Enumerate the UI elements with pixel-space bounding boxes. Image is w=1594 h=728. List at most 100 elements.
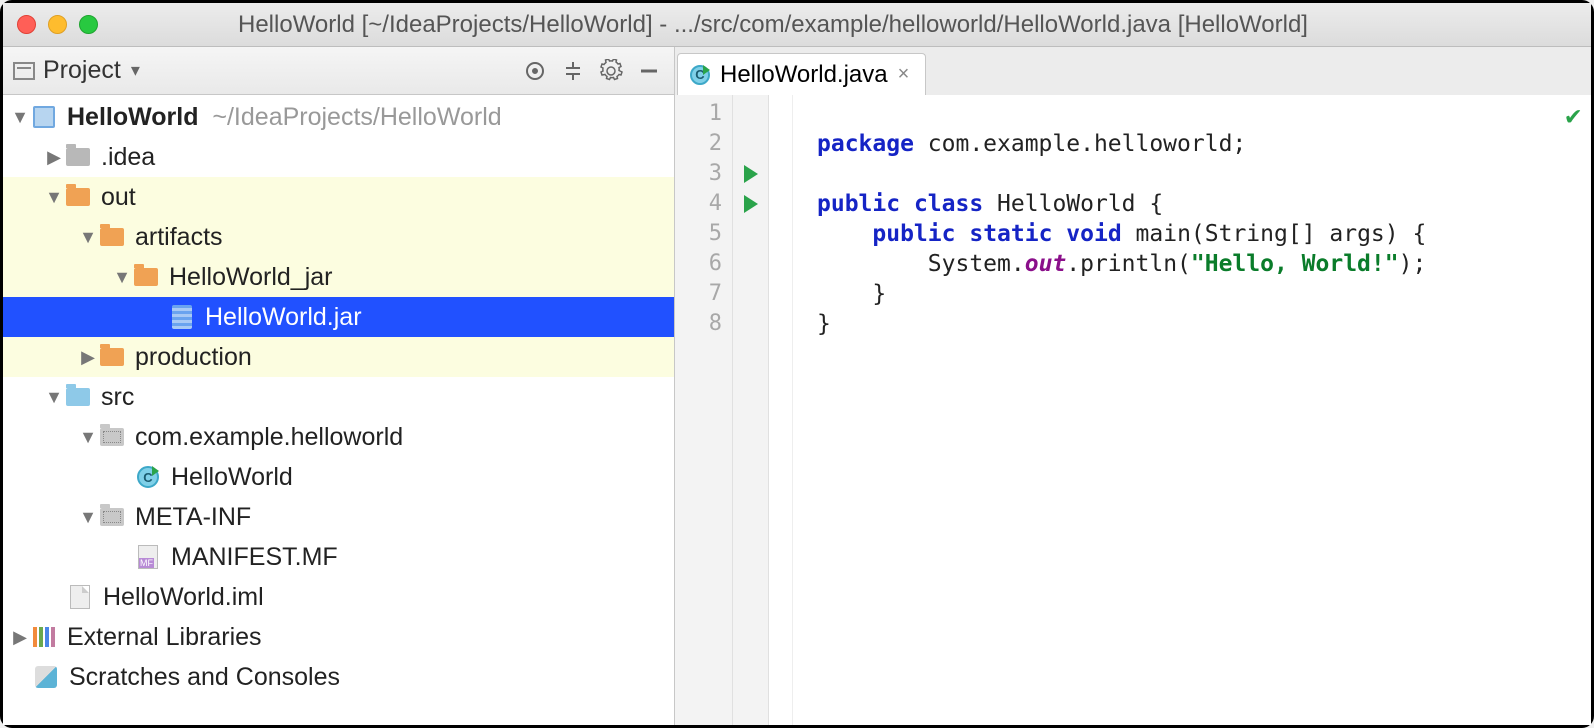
tree-item-helloworld-class[interactable]: C HelloWorld [3, 457, 674, 497]
line-number[interactable]: 6 [675, 249, 732, 279]
tree-label: META-INF [135, 503, 251, 532]
run-line-marker-icon[interactable] [744, 165, 758, 183]
tree-item-helloworld-jar[interactable]: HelloWorld.jar [3, 297, 674, 337]
line-number[interactable]: 1 [675, 99, 732, 129]
gear-icon[interactable] [592, 52, 630, 90]
code-token: HelloWorld { [983, 191, 1163, 217]
code-token: } [817, 311, 831, 337]
disclosure-triangle-icon[interactable]: ▼ [9, 107, 31, 128]
editor-tab-label: HelloWorld.java [720, 61, 888, 89]
code-editor[interactable]: ✔package com.example.helloworld; public … [793, 95, 1591, 725]
tree-item-src[interactable]: ▼ src [3, 377, 674, 417]
line-number[interactable]: 7 [675, 279, 732, 309]
disclosure-triangle-icon[interactable]: ▼ [77, 227, 99, 248]
zoom-window-button[interactable] [79, 15, 98, 34]
module-icon [31, 104, 57, 130]
folder-icon [65, 144, 91, 170]
folder-icon [99, 224, 125, 250]
code-token: public [817, 191, 900, 217]
source-folder-icon [65, 384, 91, 410]
disclosure-triangle-icon[interactable]: ▼ [77, 427, 99, 448]
close-tab-icon[interactable]: × [898, 63, 910, 86]
tree-item-scratches[interactable]: Scratches and Consoles [3, 657, 674, 697]
disclosure-triangle-icon[interactable]: ▶ [77, 347, 99, 368]
code-token: public [872, 221, 955, 247]
code-token: ); [1399, 251, 1427, 277]
package-icon [99, 424, 125, 450]
tree-item-idea[interactable]: ▶ .idea [3, 137, 674, 177]
hide-panel-button[interactable] [630, 52, 668, 90]
minimize-window-button[interactable] [48, 15, 67, 34]
disclosure-triangle-icon[interactable]: ▼ [43, 187, 65, 208]
editor-tab-bar: C HelloWorld.java × [675, 47, 1591, 95]
code-token: .println( [1066, 251, 1191, 277]
tree-item-helloworld-jar-dir[interactable]: ▼ HelloWorld_jar [3, 257, 674, 297]
project-tree[interactable]: ▼ HelloWorld ~/IdeaProjects/HelloWorld ▶… [3, 95, 674, 725]
line-number[interactable]: 4 [675, 189, 732, 219]
disclosure-triangle-icon[interactable]: ▼ [77, 507, 99, 528]
scratches-icon [33, 664, 59, 690]
tree-item-manifest[interactable]: MANIFEST.MF [3, 537, 674, 577]
editor-tab[interactable]: C HelloWorld.java × [677, 53, 926, 95]
line-number-gutter[interactable]: 1 2 3 4 5 6 7 8 [675, 95, 733, 725]
project-tool-window: Project ▾ ▼ HelloWorld ~/IdeaProjects/He… [3, 47, 675, 725]
tree-item-out[interactable]: ▼ out [3, 177, 674, 217]
tree-label: .idea [101, 143, 155, 172]
libraries-icon [31, 624, 57, 650]
run-line-marker-icon[interactable] [744, 195, 758, 213]
code-token: static [969, 221, 1052, 247]
java-class-icon: C [135, 464, 161, 490]
close-window-button[interactable] [17, 15, 36, 34]
line-number[interactable]: 2 [675, 129, 732, 159]
disclosure-triangle-icon[interactable]: ▶ [43, 147, 65, 168]
tree-label: artifacts [135, 223, 223, 252]
tree-label: out [101, 183, 136, 212]
fold-gutter[interactable] [769, 95, 793, 725]
project-view-icon [13, 62, 35, 80]
code-token: com.example.helloworld; [914, 131, 1246, 157]
tree-item-package[interactable]: ▼ com.example.helloworld [3, 417, 674, 457]
locate-button[interactable] [516, 52, 554, 90]
code-token: System. [817, 251, 1025, 277]
tree-label: HelloWorld [67, 103, 198, 132]
java-class-icon: C [690, 65, 710, 85]
tree-label: HelloWorld.jar [205, 303, 362, 332]
disclosure-triangle-icon[interactable]: ▶ [9, 627, 31, 648]
tree-label: src [101, 383, 134, 412]
code-token: void [1066, 221, 1121, 247]
manifest-file-icon [135, 544, 161, 570]
window-title: HelloWorld [~/IdeaProjects/HelloWorld] -… [238, 11, 1308, 39]
traffic-lights [17, 15, 98, 34]
disclosure-triangle-icon[interactable]: ▼ [111, 267, 133, 288]
code-token: "Hello, World!" [1191, 251, 1399, 277]
code-token: } [817, 281, 886, 307]
disclosure-triangle-icon[interactable]: ▼ [43, 387, 65, 408]
folder-icon [99, 344, 125, 370]
window-titlebar: HelloWorld [~/IdeaProjects/HelloWorld] -… [3, 3, 1591, 47]
expand-all-button[interactable] [554, 52, 592, 90]
tree-label: HelloWorld_jar [169, 263, 333, 292]
project-view-dropdown-icon[interactable]: ▾ [131, 60, 140, 81]
tree-label: MANIFEST.MF [171, 543, 338, 572]
code-token: main(String[] args) { [1122, 221, 1427, 247]
package-icon [99, 504, 125, 530]
jar-icon [169, 304, 195, 330]
line-number[interactable]: 8 [675, 309, 732, 339]
tree-item-external-libraries[interactable]: ▶ External Libraries [3, 617, 674, 657]
project-panel-header: Project ▾ [3, 47, 674, 95]
tree-item-iml[interactable]: HelloWorld.iml [3, 577, 674, 617]
tree-item-metainf[interactable]: ▼ META-INF [3, 497, 674, 537]
line-number[interactable]: 5 [675, 219, 732, 249]
tree-root[interactable]: ▼ HelloWorld ~/IdeaProjects/HelloWorld [3, 97, 674, 137]
project-view-title[interactable]: Project [43, 56, 121, 85]
run-gutter [733, 95, 769, 725]
tree-label: Scratches and Consoles [69, 663, 340, 692]
inspection-ok-icon[interactable]: ✔ [1565, 101, 1581, 131]
tree-item-artifacts[interactable]: ▼ artifacts [3, 217, 674, 257]
tree-label: HelloWorld [171, 463, 293, 492]
tree-item-production[interactable]: ▶ production [3, 337, 674, 377]
code-token: package [817, 131, 914, 157]
tree-label: External Libraries [67, 623, 262, 652]
line-number[interactable]: 3 [675, 159, 732, 189]
tree-label: com.example.helloworld [135, 423, 403, 452]
